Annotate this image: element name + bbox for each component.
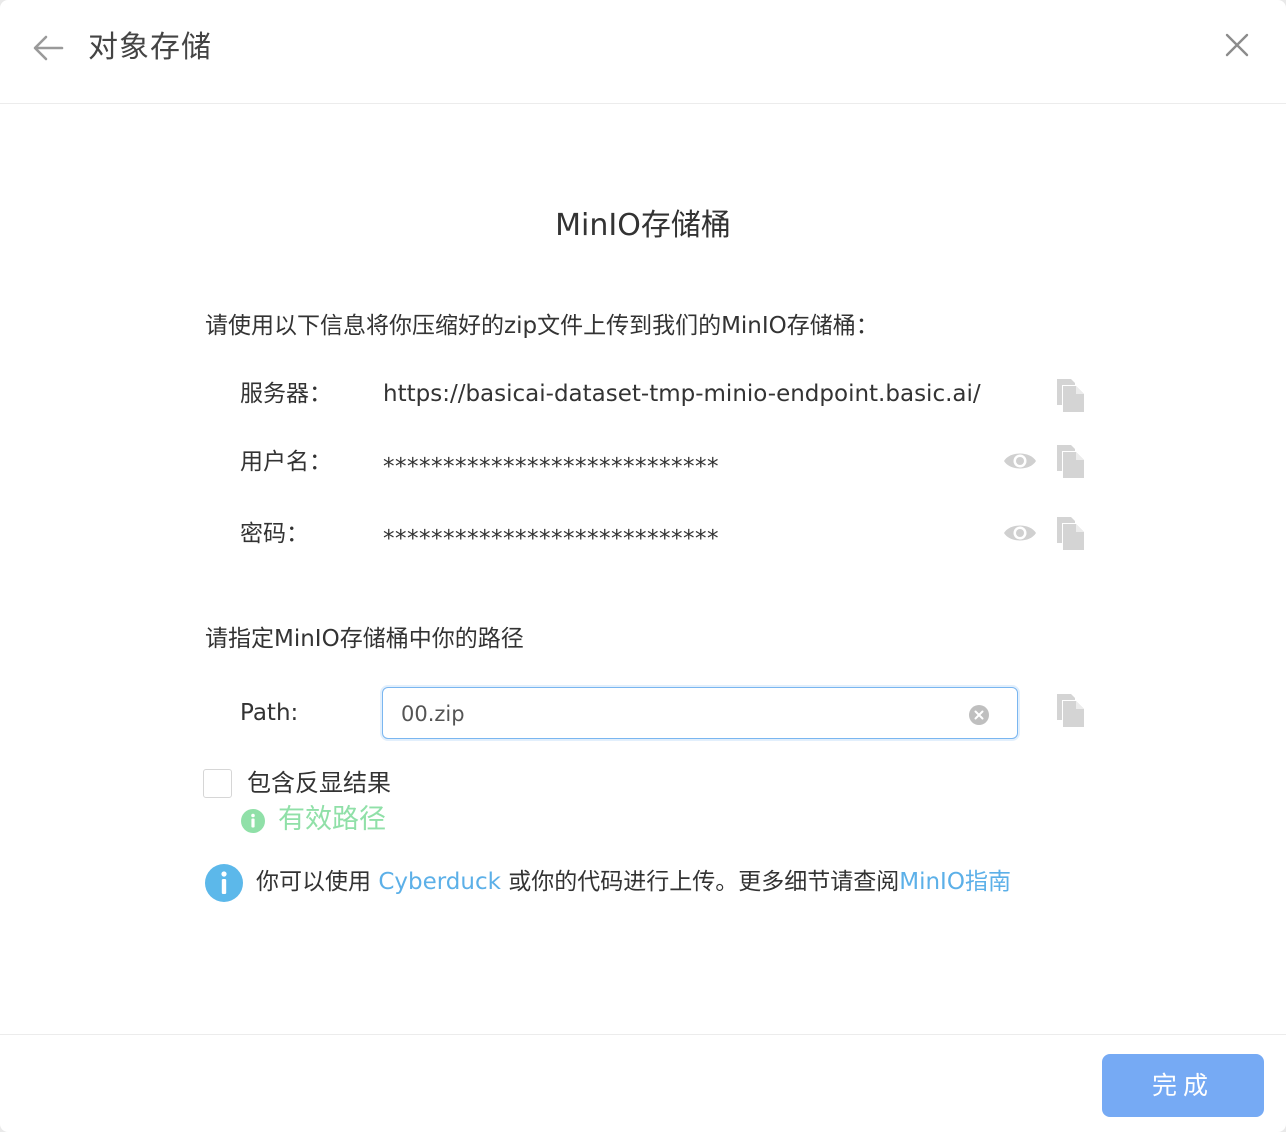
info-icon bbox=[205, 864, 243, 902]
close-button[interactable] bbox=[1222, 30, 1252, 60]
info-prefix: 你可以使用 bbox=[256, 869, 379, 895]
copy-icon bbox=[1057, 445, 1084, 478]
clear-path-button[interactable] bbox=[969, 705, 989, 725]
copy-icon bbox=[1057, 694, 1084, 727]
username-label: 用户名： bbox=[240, 449, 332, 475]
path-input-container bbox=[382, 687, 1018, 739]
cyberduck-link[interactable]: Cyberduck bbox=[378, 869, 501, 895]
eye-icon bbox=[1004, 525, 1036, 541]
dialog-header: 对象存储 bbox=[0, 0, 1286, 104]
eye-icon bbox=[1004, 453, 1036, 469]
path-label: Path: bbox=[240, 700, 299, 726]
valid-info-icon bbox=[241, 809, 265, 833]
close-icon bbox=[1225, 33, 1249, 57]
valid-path-text: 有效路径 bbox=[278, 804, 386, 835]
object-storage-dialog: 对象存储 MinIO存储桶 请使用以下信息将你压缩好的zip文件上传到我们的Mi… bbox=[0, 0, 1286, 1132]
clear-circle-icon bbox=[969, 705, 989, 725]
include-results-label[interactable]: 包含反显结果 bbox=[247, 767, 391, 799]
back-button[interactable] bbox=[30, 30, 66, 66]
section-title: MinIO存储桶 bbox=[555, 208, 731, 243]
toggle-password-visibility-button[interactable] bbox=[1002, 520, 1038, 546]
copy-server-button[interactable] bbox=[1054, 377, 1086, 413]
copy-username-button[interactable] bbox=[1054, 443, 1086, 479]
copy-password-button[interactable] bbox=[1054, 515, 1086, 551]
dialog-footer: 完成 bbox=[0, 1034, 1286, 1132]
done-button[interactable]: 完成 bbox=[1102, 1054, 1264, 1117]
intro-text: 请使用以下信息将你压缩好的zip文件上传到我们的MinIO存储桶： bbox=[205, 313, 879, 339]
server-label: 服务器： bbox=[240, 381, 332, 407]
arrow-left-icon bbox=[33, 35, 64, 61]
copy-icon bbox=[1057, 379, 1084, 412]
path-input[interactable] bbox=[401, 698, 961, 730]
minio-guide-link[interactable]: MinIO指南 bbox=[899, 869, 1011, 895]
username-value: **************************** bbox=[383, 454, 719, 480]
info-middle: 或你的代码进行上传。更多细节请查阅 bbox=[500, 869, 900, 895]
path-section-title: 请指定MinIO存储桶中你的路径 bbox=[205, 626, 524, 652]
dialog-title: 对象存储 bbox=[88, 30, 212, 65]
include-results-checkbox[interactable] bbox=[203, 769, 232, 798]
toggle-username-visibility-button[interactable] bbox=[1002, 448, 1038, 474]
copy-icon bbox=[1057, 517, 1084, 550]
info-text: 你可以使用 Cyberduck 或你的代码进行上传。更多细节请查阅MinIO指南 bbox=[256, 866, 1011, 898]
copy-path-button[interactable] bbox=[1054, 692, 1086, 728]
password-label: 密码： bbox=[240, 521, 309, 547]
password-value: **************************** bbox=[383, 526, 719, 552]
server-value: https://basicai-dataset-tmp-minio-endpoi… bbox=[383, 381, 981, 407]
